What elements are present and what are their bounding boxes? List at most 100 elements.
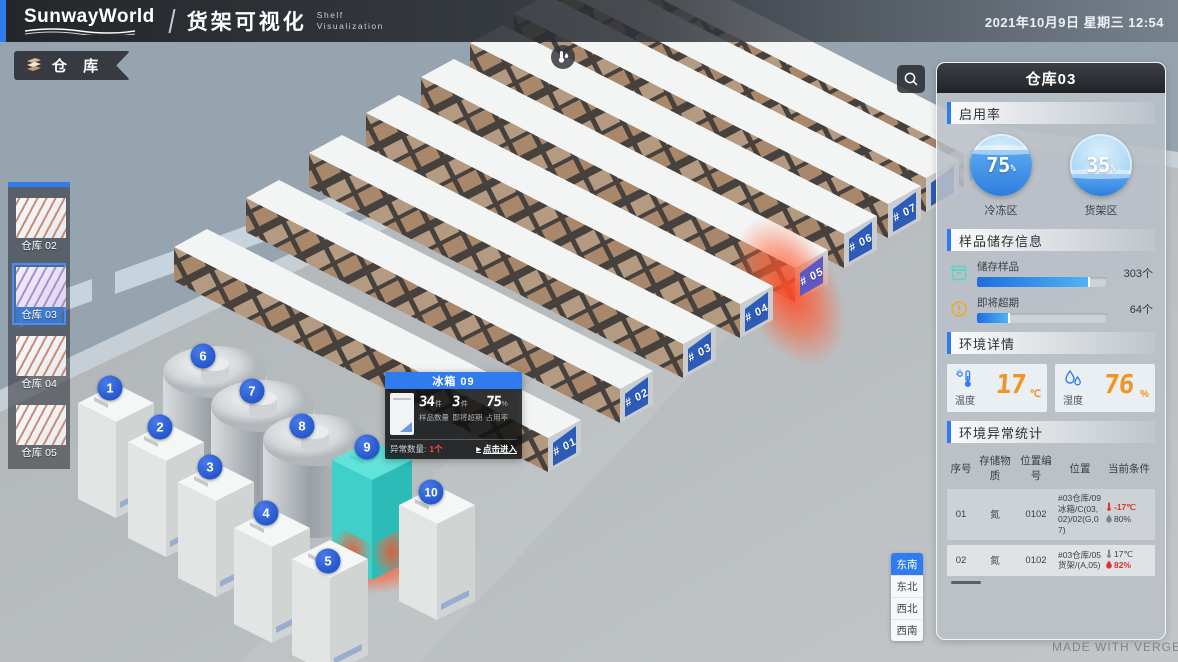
thermometer-droplet-icon bbox=[556, 50, 570, 64]
brand-logo-text: SunwayWorld bbox=[24, 7, 155, 26]
tooltip-stat-samples: 34件 样品数量 bbox=[419, 393, 450, 435]
table-scroll-indicator[interactable] bbox=[951, 581, 981, 584]
col-no: 序号 bbox=[949, 461, 973, 476]
tank-badge-6[interactable]: 6 bbox=[191, 344, 216, 369]
warehouse-03-label: 仓库 03 bbox=[16, 307, 62, 323]
fridge-badge-1[interactable]: 1 bbox=[98, 376, 123, 401]
section-environment: 环境详情 bbox=[947, 332, 1155, 354]
thermometer-icon bbox=[1105, 549, 1113, 558]
warning-icon bbox=[950, 300, 968, 318]
sidebar-item-warehouse-04[interactable]: 仓库 04 bbox=[12, 332, 66, 394]
warehouse-nav-label: 仓 库 bbox=[52, 55, 104, 76]
humidity-value: 76 bbox=[1103, 372, 1135, 398]
col-conditions: 当前条件 bbox=[1105, 461, 1153, 476]
stat-label: 即将超期 bbox=[452, 412, 483, 423]
anomaly-count-value: 1个 bbox=[429, 443, 442, 455]
cell-no: 01 bbox=[949, 509, 973, 520]
gauge-freezer-zone: 75% 冷冻区 bbox=[970, 134, 1032, 218]
droplet-icon bbox=[1105, 560, 1113, 569]
shelf-visualization-app: # 01 # 02 # 03 # 04 # 05 # 06 # 07 1 2 3… bbox=[0, 0, 1178, 662]
tooltip-stat-expiring: 3件 即将超期 bbox=[452, 393, 483, 435]
fridge-badge-2[interactable]: 2 bbox=[148, 415, 173, 440]
warehouse-02-label: 仓库 02 bbox=[16, 238, 62, 254]
sidebar-scroll-indicator[interactable] bbox=[8, 182, 70, 187]
fridge-badge-9[interactable]: 9 bbox=[355, 435, 380, 460]
view-direction-compass: 东南 东北 西北 西南 bbox=[891, 553, 923, 641]
app-subtitle-line2: Visualization bbox=[317, 21, 384, 31]
warehouse-05-label: 仓库 05 bbox=[16, 445, 62, 461]
condition-temp: -17℃ bbox=[1114, 502, 1136, 512]
condition-humidity: 80% bbox=[1114, 514, 1131, 524]
storage-value: 64个 bbox=[1115, 301, 1153, 317]
humidity-label: 湿度 bbox=[1063, 392, 1083, 407]
tank-badge-7[interactable]: 7 bbox=[240, 379, 265, 404]
storage-box-icon bbox=[950, 264, 968, 282]
view-northwest[interactable]: 西北 bbox=[891, 597, 923, 619]
logo-wave-underline bbox=[24, 28, 136, 35]
gauge-label: 货架区 bbox=[1085, 202, 1118, 218]
warehouse-sidebar: 仓库 02 仓库 03 仓库 04 仓库 05 bbox=[8, 182, 70, 469]
section-sample-storage: 样品储存信息 bbox=[947, 229, 1155, 251]
cell-conditions: -17℃ 80% bbox=[1105, 502, 1153, 526]
anomaly-row-1[interactable]: 01 氮 0102 #03仓库/09冰箱/C(03,02)/02(G,07) -… bbox=[947, 489, 1155, 540]
storage-label: 储存样品 bbox=[977, 259, 1107, 274]
stat-unit: 件 bbox=[461, 401, 468, 408]
gauge-label: 冷冻区 bbox=[985, 202, 1018, 218]
sidebar-item-warehouse-03[interactable]: 仓库 03 bbox=[12, 263, 66, 325]
col-substance: 存储物质 bbox=[976, 453, 1014, 483]
tank-badge-8[interactable]: 8 bbox=[290, 414, 315, 439]
panel-title: 仓库03 bbox=[937, 63, 1165, 93]
section-usage-rate: 启用率 bbox=[947, 102, 1155, 124]
gauge-unit: % bbox=[1110, 164, 1115, 174]
temperature-unit: ℃ bbox=[1030, 389, 1041, 400]
stat-value: 75 bbox=[485, 394, 501, 410]
condition-temp: 17℃ bbox=[1114, 549, 1133, 559]
fridge-09-tooltip: 冰箱 09 34件 样品数量 3件 即将超期 75% 占用率 bbox=[385, 372, 522, 459]
warehouse-04-thumbnail bbox=[16, 336, 66, 376]
search-button[interactable] bbox=[897, 65, 925, 93]
gauge-value: 75 bbox=[986, 153, 1010, 177]
stat-unit: 件 bbox=[435, 401, 442, 408]
warehouse-nav-tag[interactable]: 仓 库 bbox=[14, 51, 130, 80]
fridge-badge-4[interactable]: 4 bbox=[254, 501, 279, 526]
view-southwest[interactable]: 西南 bbox=[891, 619, 923, 641]
env-card-temperature: 17 ℃ 温度 bbox=[947, 364, 1047, 412]
stat-label: 占用率 bbox=[486, 412, 517, 423]
humidity-icon bbox=[1063, 369, 1083, 389]
brand-logo: SunwayWorld bbox=[24, 7, 155, 35]
anomaly-table-header: 序号 存储物质 位置编号 位置 当前条件 bbox=[947, 451, 1155, 489]
view-southeast[interactable]: 东南 bbox=[891, 553, 923, 575]
fridge-badge-5[interactable]: 5 bbox=[316, 549, 341, 574]
cell-location: #03仓库/05货架/(A,05) bbox=[1058, 550, 1102, 571]
enter-fridge-link[interactable]: 点击进入 bbox=[476, 443, 517, 455]
sidebar-item-warehouse-02[interactable]: 仓库 02 bbox=[12, 194, 66, 256]
app-subtitle-line1: Shelf bbox=[317, 10, 344, 20]
sidebar-item-warehouse-05[interactable]: 仓库 05 bbox=[12, 401, 66, 463]
datetime-display: 2021年10月9日 星期三 12:54 bbox=[985, 12, 1164, 31]
fridge-badge-10[interactable]: 10 bbox=[419, 480, 444, 505]
layers-icon bbox=[24, 57, 44, 74]
tooltip-body: 34件 样品数量 3件 即将超期 75% 占用率 异常数量: 1个 点击进入 bbox=[385, 389, 522, 459]
cell-code: 0102 bbox=[1017, 509, 1055, 520]
thermometer-icon bbox=[1105, 502, 1113, 511]
storage-row-samples: 储存样品 303个 bbox=[949, 259, 1153, 287]
col-location: 位置 bbox=[1058, 461, 1102, 476]
header-divider bbox=[168, 9, 175, 33]
fridge-thumbnail-icon bbox=[390, 393, 414, 435]
temperature-icon bbox=[955, 369, 975, 389]
view-northeast[interactable]: 东北 bbox=[891, 575, 923, 597]
temperature-humidity-toggle[interactable] bbox=[551, 45, 575, 69]
engine-watermark: MADE WITH VERGE3D bbox=[1052, 640, 1178, 654]
gauge-unit: % bbox=[1010, 164, 1015, 174]
app-header: SunwayWorld 货架可视化 Shelf Visualization 20… bbox=[0, 0, 1178, 42]
cell-no: 02 bbox=[949, 555, 973, 566]
storage-row-expiring: 即将超期 64个 bbox=[949, 295, 1153, 323]
col-code: 位置编号 bbox=[1017, 453, 1055, 483]
anomaly-row-2[interactable]: 02 氮 0102 #03仓库/05货架/(A,05) 17℃ 82% bbox=[947, 545, 1155, 577]
warehouse-detail-panel: 仓库03 启用率 75% 冷冻区 35% 货架区 样品储存信息 bbox=[936, 62, 1166, 640]
fridge-badge-3[interactable]: 3 bbox=[198, 455, 223, 480]
storage-progress-bar bbox=[977, 277, 1107, 287]
droplet-icon bbox=[1105, 514, 1113, 523]
warehouse-03-thumbnail bbox=[16, 267, 66, 307]
stat-value: 34 bbox=[418, 394, 434, 410]
